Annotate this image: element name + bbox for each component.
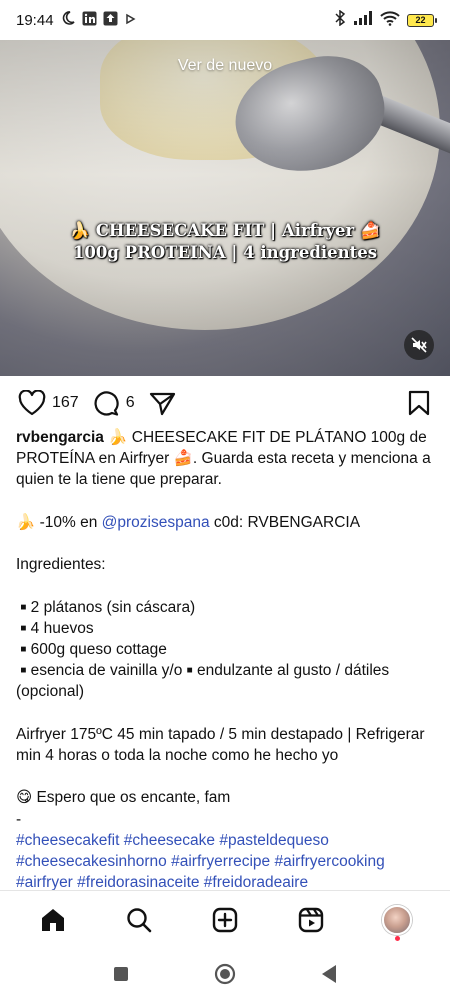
battery-icon: 22 — [407, 13, 437, 27]
profile-avatar[interactable] — [382, 904, 412, 941]
video-player[interactable]: Ver de nuevo 🍌 CHEESECAKE FIT | Airfryer… — [0, 40, 450, 376]
instructions-text: Airfryer 175ºC 45 min tapado / 5 min des… — [16, 725, 429, 764]
back-button[interactable] — [317, 962, 341, 986]
circle-icon — [214, 963, 236, 985]
linkedin-icon — [82, 11, 97, 30]
home-icon — [42, 908, 64, 931]
ingredients-heading: Ingredientes: — [16, 556, 106, 574]
volume-muted-icon — [411, 337, 427, 353]
search-icon — [127, 907, 152, 932]
bottom-nav — [0, 890, 450, 948]
nav-search[interactable] — [117, 898, 161, 942]
bluetooth-icon — [334, 9, 346, 30]
upload-icon — [103, 11, 118, 30]
nav-profile[interactable] — [375, 898, 419, 942]
mention-link[interactable]: @prozisespana — [102, 514, 210, 531]
video-shade — [0, 40, 450, 376]
comment-icon — [94, 390, 119, 416]
nav-home[interactable] — [31, 898, 75, 942]
video-title-line1: 🍌 CHEESECAKE FIT | Airfryer 🍰 — [69, 221, 381, 240]
post-caption: rvbengarcia 🍌 CHEESECAKE FIT DE PLÁTANO … — [16, 427, 436, 893]
play-icon — [124, 12, 136, 29]
ingredient-item: ■ esencia de vainilla y/o ■ endulzante a… — [16, 662, 394, 701]
system-nav-bar — [0, 948, 450, 1000]
comment-button[interactable]: 6 — [93, 390, 135, 417]
notification-dot — [395, 935, 400, 941]
comment-count[interactable]: 6 — [126, 394, 135, 412]
heart-icon — [18, 390, 46, 416]
square-icon — [114, 967, 128, 981]
status-time: 19:44 — [16, 11, 54, 29]
reels-icon — [298, 907, 324, 932]
mute-button[interactable] — [404, 330, 434, 360]
nav-reels[interactable] — [289, 898, 333, 942]
recents-button[interactable] — [109, 962, 133, 986]
moon-icon — [60, 10, 76, 30]
status-bar: 19:44 22 — [0, 0, 450, 40]
caption-username[interactable]: rvbengarcia — [16, 429, 104, 446]
like-count[interactable]: 167 — [52, 394, 79, 412]
ingredient-item: ■ 4 huevos — [20, 619, 94, 637]
home-system-button[interactable] — [213, 962, 237, 986]
nav-create[interactable] — [203, 898, 247, 942]
wifi-icon — [380, 10, 400, 30]
back-triangle-icon — [322, 965, 336, 983]
signal-icon — [353, 11, 373, 29]
replay-button[interactable]: Ver de nuevo — [0, 57, 450, 75]
ingredient-item: ■ 600g queso cottage — [20, 640, 167, 658]
send-icon — [149, 392, 175, 415]
like-button[interactable]: 167 — [18, 390, 79, 416]
discount-suffix: c0d: RVBENGARCIA — [209, 513, 361, 531]
bookmark-icon — [408, 390, 430, 416]
hashtags-text[interactable]: #cheesecakefit #cheesecake #pasteldeques… — [16, 830, 436, 894]
save-button[interactable] — [408, 390, 430, 416]
action-bar: 167 6 — [0, 388, 450, 418]
discount-line: 🍌 -10% en @prozisespana c0d: RVBENGARCIA — [16, 514, 360, 531]
video-title-line2: 100g PROTEINA | 4 ingredientes — [72, 243, 378, 262]
video-title: 🍌 CHEESECAKE FIT | Airfryer 🍰 100g PROTE… — [0, 220, 450, 264]
separator-text: - — [16, 810, 22, 828]
ingredient-item: ■ 2 plátanos (sin cáscara) — [20, 598, 196, 616]
discount-prefix: 🍌 -10% en — [16, 513, 102, 531]
create-icon — [212, 907, 238, 932]
closing-text: 😋 Espero que os encante, fam — [16, 789, 231, 807]
share-button[interactable] — [149, 391, 176, 416]
